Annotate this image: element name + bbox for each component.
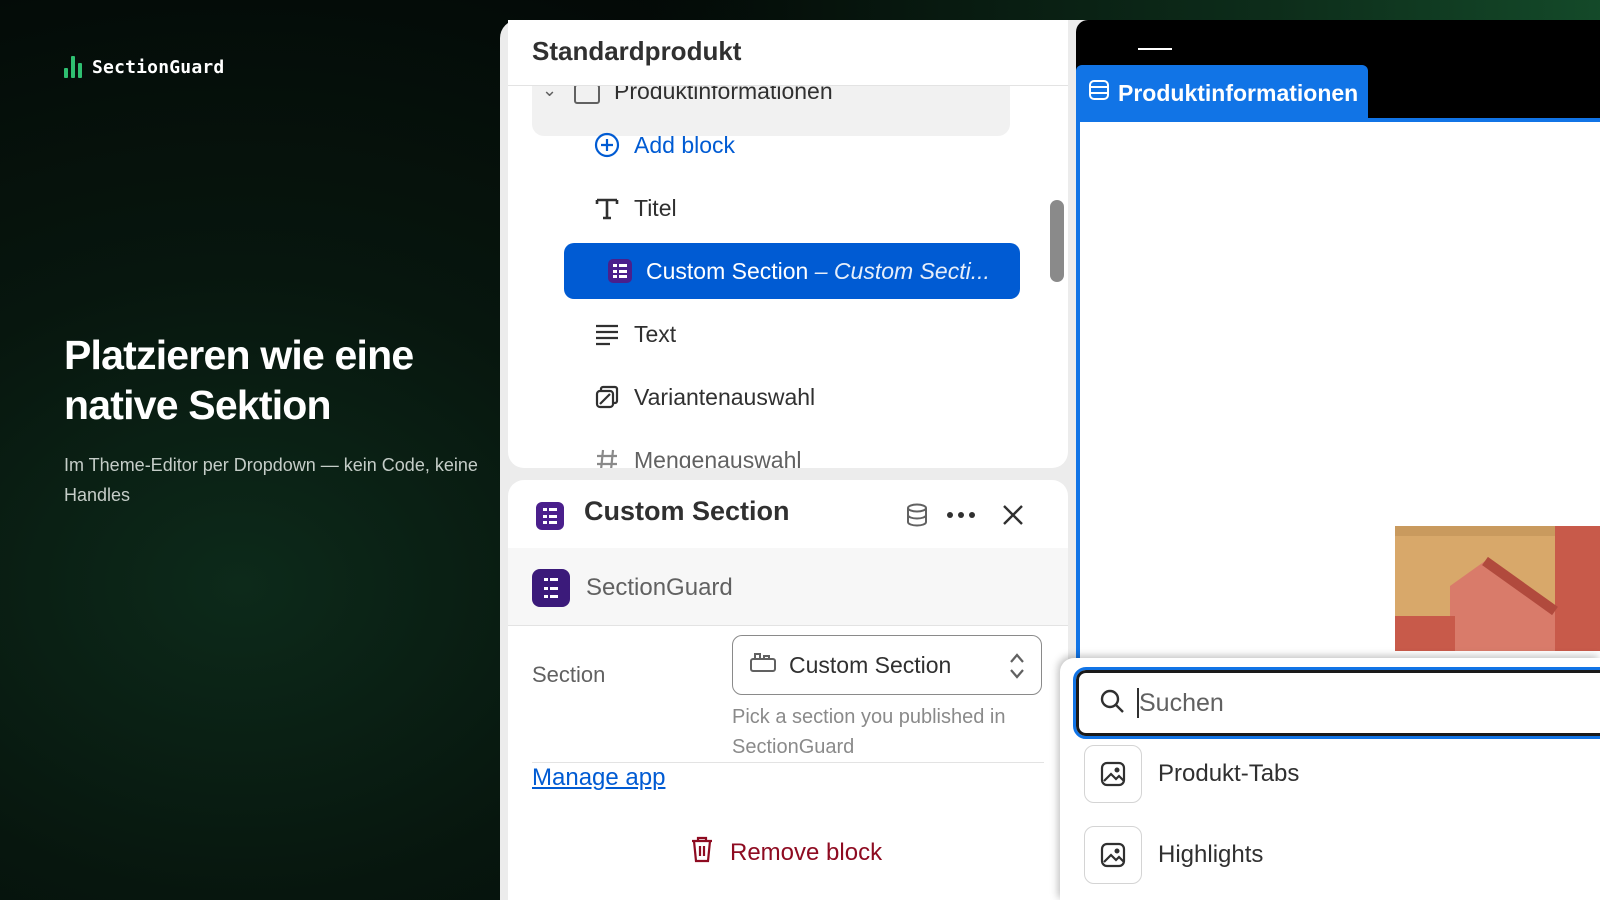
brand-name: SectionGuard [92,56,225,78]
search-icon [1099,688,1125,719]
section-select-value: Custom Section [789,651,952,678]
product-image [1395,526,1600,651]
tree-item-label: Mengenauswahl [634,446,802,469]
manage-app-link[interactable]: Manage app [532,764,665,792]
tree-item-mengenauswahl[interactable]: Mengenauswahl [594,432,802,468]
section-icon [749,651,777,679]
tree-header: Standardprodukt [508,20,1068,84]
search-input[interactable] [1139,688,1559,718]
remove-block-label: Remove block [730,838,883,866]
brand: SectionGuard [64,56,224,78]
chevron-down-icon[interactable]: ⌄ [542,86,557,101]
tree-item-label: Text [634,320,677,347]
app-logo-icon [532,569,570,607]
hero-headline: Platzieren wie eine native Sektion [64,332,414,428]
divider [532,762,1044,763]
section-help-text: Pick a section you published in SectionG… [732,706,1006,758]
block-settings-panel: Custom Section SectionGuard Section Cust… [508,480,1068,900]
add-block-button[interactable]: Add block [594,117,735,173]
section-select[interactable]: Custom Section [732,635,1042,695]
hero-subline: Im Theme-Editor per Dropdown — kein Code… [64,455,478,505]
close-icon[interactable] [996,498,1030,532]
trash-icon [690,835,714,870]
text-title-icon [594,195,620,221]
tree-parent-label: Produktinformationen [614,86,833,104]
app-name: SectionGuard [586,574,733,601]
plus-circle-icon [594,132,620,158]
preview-section-tab[interactable]: Produktinformationen [1076,65,1368,121]
option-label: Highlights [1158,841,1264,868]
tree-item-suffix: – Custom Secti... [814,257,990,284]
image-icon [1084,745,1142,803]
text-lines-icon [594,321,620,347]
section-icon [574,86,600,104]
app-source-row: SectionGuard [508,548,1068,626]
option-highlights[interactable]: Highlights [1084,825,1263,885]
section-icon [1088,79,1110,107]
tree-item-variantenauswahl[interactable]: Variantenauswahl [594,369,815,425]
block-settings-header: Custom Section [508,480,1068,548]
tree-item-label: Variantenauswahl [634,383,816,410]
tree-item-titel[interactable]: Titel [594,180,677,236]
bar-chart-logo-icon [64,56,82,78]
section-tree-panel: ⌄ Produktinformationen Standardprodukt A… [508,20,1068,468]
divider [508,85,1068,86]
hash-icon [594,447,620,468]
chevron-up-down-icon [1009,652,1025,686]
block-title: Custom Section [584,496,790,526]
tree-item-text[interactable]: Text [594,306,676,362]
remove-block-button[interactable]: Remove block [690,835,882,870]
search-field[interactable] [1073,667,1600,739]
add-block-label: Add block [634,131,736,158]
tree-item-name: Custom Section [646,257,809,284]
option-produkt-tabs[interactable]: Produkt-Tabs [1084,744,1299,804]
section-picker-popover: Produkt-Tabs Highlights [1060,658,1600,900]
tree-item-custom-section[interactable]: Custom Section – Custom Secti... [564,243,1020,299]
more-options-icon[interactable] [944,498,978,532]
option-label: Produkt-Tabs [1158,760,1300,787]
database-icon[interactable] [900,498,934,532]
app-block-icon [608,259,632,283]
page-title: Standardprodukt [532,36,742,66]
tree-item-label: Custom Section – Custom Secti... [646,258,990,285]
variant-icon [594,384,620,410]
preview-tab-label: Produktinformationen [1118,79,1359,106]
image-icon [1084,826,1142,884]
tree-item-label: Titel [634,194,677,221]
app-block-icon [536,502,564,530]
menu-dash-icon [1138,48,1172,50]
scrollbar-thumb[interactable] [1050,200,1064,282]
section-field-label: Section [532,662,606,687]
